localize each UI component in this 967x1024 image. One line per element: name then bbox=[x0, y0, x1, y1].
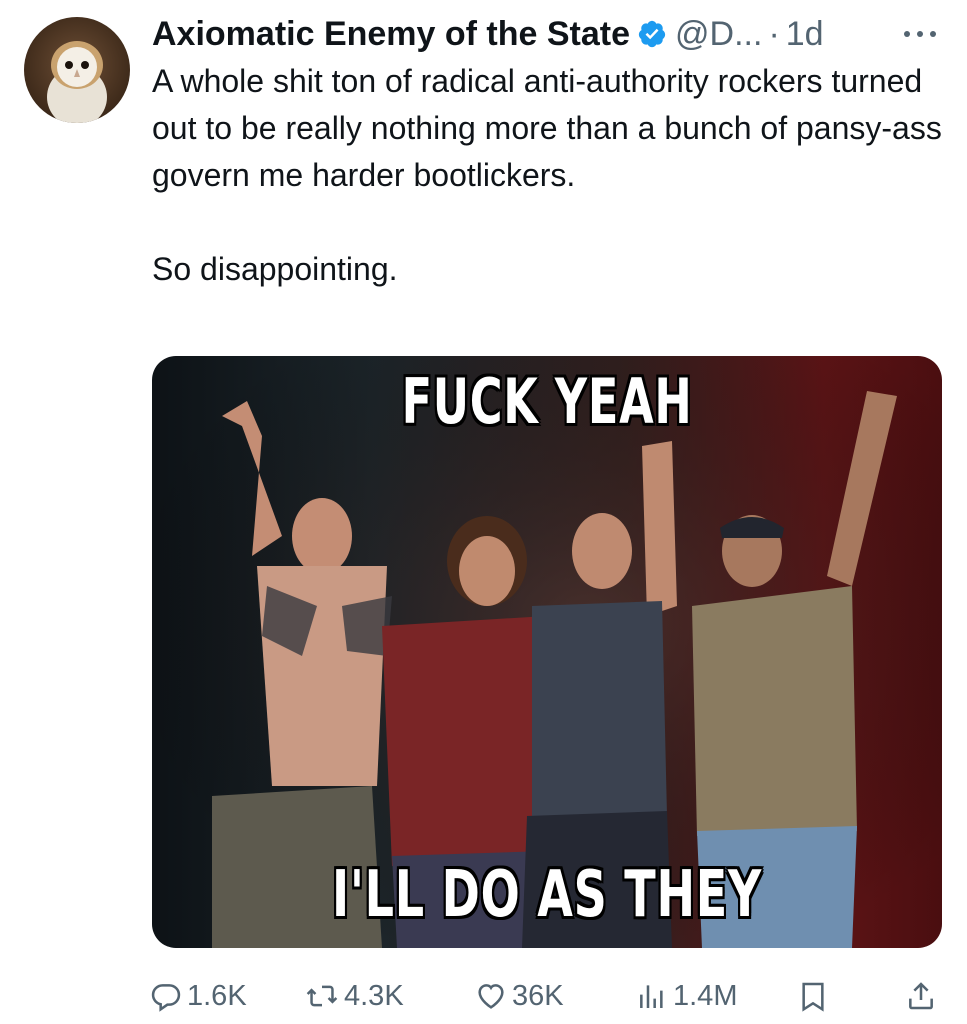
timestamp[interactable]: 1d bbox=[786, 12, 824, 56]
views-count: 1.4M bbox=[673, 979, 738, 1012]
more-dots-icon[interactable] bbox=[900, 24, 940, 44]
reply-count: 1.6K bbox=[187, 979, 247, 1012]
separator: · bbox=[768, 15, 780, 53]
heart-icon bbox=[478, 984, 504, 1009]
share-button[interactable] bbox=[905, 972, 937, 1020]
bookmark-button[interactable] bbox=[798, 972, 828, 1020]
repost-count: 4.3K bbox=[344, 979, 404, 1012]
like-count: 36K bbox=[512, 979, 564, 1012]
meme-top-caption: FUCK YEAH bbox=[401, 365, 693, 438]
meme-bottom-caption: I'LL DO AS THEY TELL ME bbox=[331, 858, 763, 948]
like-button[interactable]: 36K bbox=[475, 972, 564, 1020]
repost-icon bbox=[306, 985, 338, 1007]
author-name[interactable]: Axiomatic Enemy of the State bbox=[152, 12, 630, 56]
verified-badge-icon[interactable] bbox=[637, 19, 667, 49]
action-bar: 1.6K 4.3K 36K 1.4M bbox=[0, 972, 967, 1020]
reply-button[interactable]: 1.6K bbox=[150, 972, 247, 1020]
avatar[interactable] bbox=[24, 17, 130, 123]
repost-button[interactable]: 4.3K bbox=[305, 972, 404, 1020]
share-icon bbox=[909, 982, 933, 1010]
author-handle[interactable]: @D... bbox=[675, 12, 762, 56]
tweet-header: Axiomatic Enemy of the State @D... · 1d bbox=[152, 12, 824, 56]
barn-owl-avatar-icon bbox=[47, 41, 107, 123]
tweet-media[interactable]: FUCK YEAH I'LL DO AS THEY TELL ME bbox=[152, 356, 942, 948]
reply-icon bbox=[151, 984, 181, 1012]
bookmark-icon bbox=[802, 982, 824, 1012]
tweet-paragraph: So disappointing. bbox=[152, 251, 398, 287]
views-button[interactable]: 1.4M bbox=[636, 972, 737, 1020]
tweet-text: A whole shit ton of radical anti-authori… bbox=[152, 58, 942, 293]
views-chart-icon bbox=[640, 985, 663, 1008]
tweet-paragraph: A whole shit ton of radical anti-authori… bbox=[152, 63, 942, 193]
